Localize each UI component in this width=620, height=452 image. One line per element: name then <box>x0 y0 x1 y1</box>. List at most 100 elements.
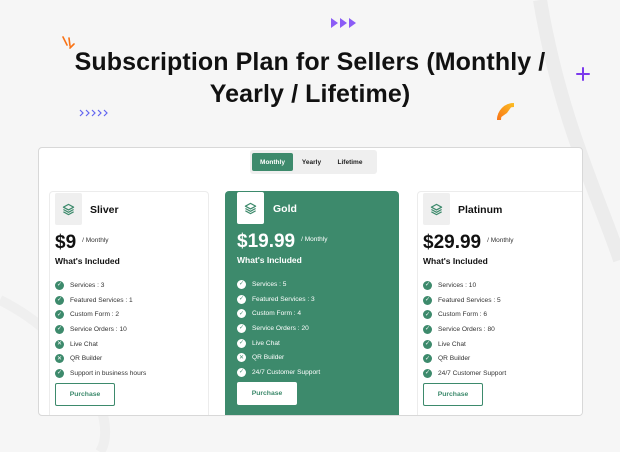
x-circle-icon: ✕ <box>55 339 64 349</box>
feature-item: ✓ Featured Services : 5 <box>423 293 506 308</box>
feature-item: ✓ 24/7 Customer Support <box>237 365 320 380</box>
x-circle-icon: ✕ <box>55 354 64 364</box>
check-circle-icon: ✓ <box>423 324 432 334</box>
feature-item: ✓ Services : 3 <box>55 278 146 293</box>
feature-text: Service Orders : 80 <box>438 325 495 333</box>
purchase-button[interactable]: Purchase <box>237 382 297 405</box>
feature-text: Custom Form : 6 <box>438 311 488 319</box>
purchase-button[interactable]: Purchase <box>423 383 483 406</box>
pricing-panel: Monthly Yearly Lifetime Sliver $9 / Mont… <box>38 147 583 416</box>
feature-text: Services : 5 <box>252 280 287 288</box>
feature-text: Featured Services : 1 <box>70 296 133 304</box>
feature-text: 24/7 Customer Support <box>438 369 507 377</box>
feature-item: ✕ QR Builder <box>237 350 320 365</box>
feature-item: ✓ Service Orders : 20 <box>237 321 320 336</box>
feature-text: QR Builder <box>252 354 285 362</box>
price-row: $29.99 / Monthly <box>423 232 514 254</box>
feature-text: QR Builder <box>70 355 103 363</box>
check-circle-icon: ✓ <box>237 367 246 377</box>
plan-period: / Monthly <box>82 237 109 244</box>
feature-item: ✓ Featured Services : 1 <box>55 293 146 308</box>
feature-text: Live Chat <box>438 340 466 348</box>
check-circle-icon: ✓ <box>237 338 246 348</box>
check-circle-icon: ✓ <box>55 280 64 290</box>
plan-card-sliver: Sliver $9 / Monthly What's Included ✓ Ser… <box>49 191 209 415</box>
plan-layers-icon <box>55 193 82 225</box>
feature-item: ✓ Custom Form : 4 <box>237 306 320 321</box>
whats-included-heading: What's Included <box>55 256 120 266</box>
title-line-1: Subscription Plan for Sellers (Monthly / <box>74 48 546 76</box>
check-circle-icon: ✓ <box>423 310 432 320</box>
x-circle-icon: ✕ <box>237 353 246 363</box>
feature-text: Live Chat <box>252 339 280 347</box>
feature-item: ✓ Support in business hours <box>55 366 146 381</box>
feature-list: ✓ Services : 10 ✓ Featured Services : 5 ✓ Cus… <box>423 278 506 381</box>
arrows-decor-icon <box>331 18 356 28</box>
check-circle-icon: ✓ <box>423 295 432 305</box>
check-circle-icon: ✓ <box>55 324 64 334</box>
check-circle-icon: ✓ <box>423 368 432 378</box>
feature-item: ✓ Service Orders : 10 <box>55 322 146 337</box>
whats-included-heading: What's Included <box>237 255 302 265</box>
check-circle-icon: ✓ <box>237 294 246 304</box>
feature-text: Featured Services : 3 <box>252 295 315 303</box>
feature-item: ✓ Featured Services : 3 <box>237 292 320 307</box>
feature-item: ✓ Custom Form : 2 <box>55 307 146 322</box>
check-circle-icon: ✓ <box>237 309 246 319</box>
plan-price: $19.99 <box>237 231 296 252</box>
feature-text: Live Chat <box>70 340 98 348</box>
feature-item: ✓ Live Chat <box>423 337 506 352</box>
plan-price: $29.99 <box>423 232 482 253</box>
plan-card-gold: Gold $19.99 / Monthly What's Included ✓ S… <box>225 191 399 415</box>
feature-text: Services : 10 <box>438 281 477 289</box>
price-row: $9 / Monthly <box>55 232 109 254</box>
check-circle-icon: ✓ <box>237 323 246 333</box>
check-circle-icon: ✓ <box>423 339 432 349</box>
tab-yearly[interactable]: Yearly <box>293 153 330 171</box>
feature-text: 24/7 Customer Support <box>252 368 321 376</box>
feature-list: ✓ Services : 3 ✓ Featured Services : 1 ✓ Cust… <box>55 278 146 381</box>
feature-item: ✓ Custom Form : 6 <box>423 307 506 322</box>
price-row: $19.99 / Monthly <box>237 231 328 253</box>
billing-period-tabs: Monthly Yearly Lifetime <box>250 150 377 174</box>
feature-text: Service Orders : 10 <box>70 325 127 333</box>
plan-layers-icon <box>237 192 264 224</box>
plan-period: / Monthly <box>301 236 328 243</box>
plan-name: Sliver <box>90 204 119 216</box>
feature-item: ✓ Services : 10 <box>423 278 506 293</box>
feature-text: Custom Form : 2 <box>70 311 120 319</box>
feature-item: ✕ Live Chat <box>55 337 146 352</box>
check-circle-icon: ✓ <box>55 295 64 305</box>
plan-layers-icon <box>423 193 450 225</box>
feature-item: ✓ Services : 5 <box>237 277 320 292</box>
page-title: Subscription Plan for Sellers (Monthly /… <box>0 46 620 110</box>
feature-text: Featured Services : 5 <box>438 296 501 304</box>
check-circle-icon: ✓ <box>423 280 432 290</box>
chevrons-decor-icon <box>79 109 108 117</box>
check-circle-icon: ✓ <box>55 368 64 378</box>
title-line-2: Yearly / Lifetime) <box>209 80 411 108</box>
feature-item: ✕ QR Builder <box>55 351 146 366</box>
plan-card-platinum: Platinum $29.99 / Monthly What's Include… <box>417 191 582 415</box>
feature-text: QR Builder <box>438 355 471 363</box>
plan-name: Platinum <box>458 204 503 216</box>
plan-price: $9 <box>55 232 77 253</box>
feature-text: Custom Form : 4 <box>252 310 302 318</box>
tab-monthly[interactable]: Monthly <box>252 153 293 171</box>
purchase-button[interactable]: Purchase <box>55 383 115 406</box>
feature-item: ✓ 24/7 Customer Support <box>423 366 506 381</box>
check-circle-icon: ✓ <box>237 279 246 289</box>
feature-item: ✓ Live Chat <box>237 336 320 351</box>
plan-period: / Monthly <box>487 237 514 244</box>
feature-text: Support in business hours <box>70 369 147 377</box>
check-circle-icon: ✓ <box>55 310 64 320</box>
feature-text: Service Orders : 20 <box>252 324 309 332</box>
check-circle-icon: ✓ <box>423 354 432 364</box>
whats-included-heading: What's Included <box>423 256 488 266</box>
feature-list: ✓ Services : 5 ✓ Featured Services : 3 ✓ Cust… <box>237 277 320 380</box>
feature-text: Services : 3 <box>70 281 105 289</box>
feature-item: ✓ QR Builder <box>423 351 506 366</box>
feature-item: ✓ Service Orders : 80 <box>423 322 506 337</box>
plan-name: Gold <box>273 203 297 215</box>
tab-lifetime[interactable]: Lifetime <box>330 153 370 171</box>
